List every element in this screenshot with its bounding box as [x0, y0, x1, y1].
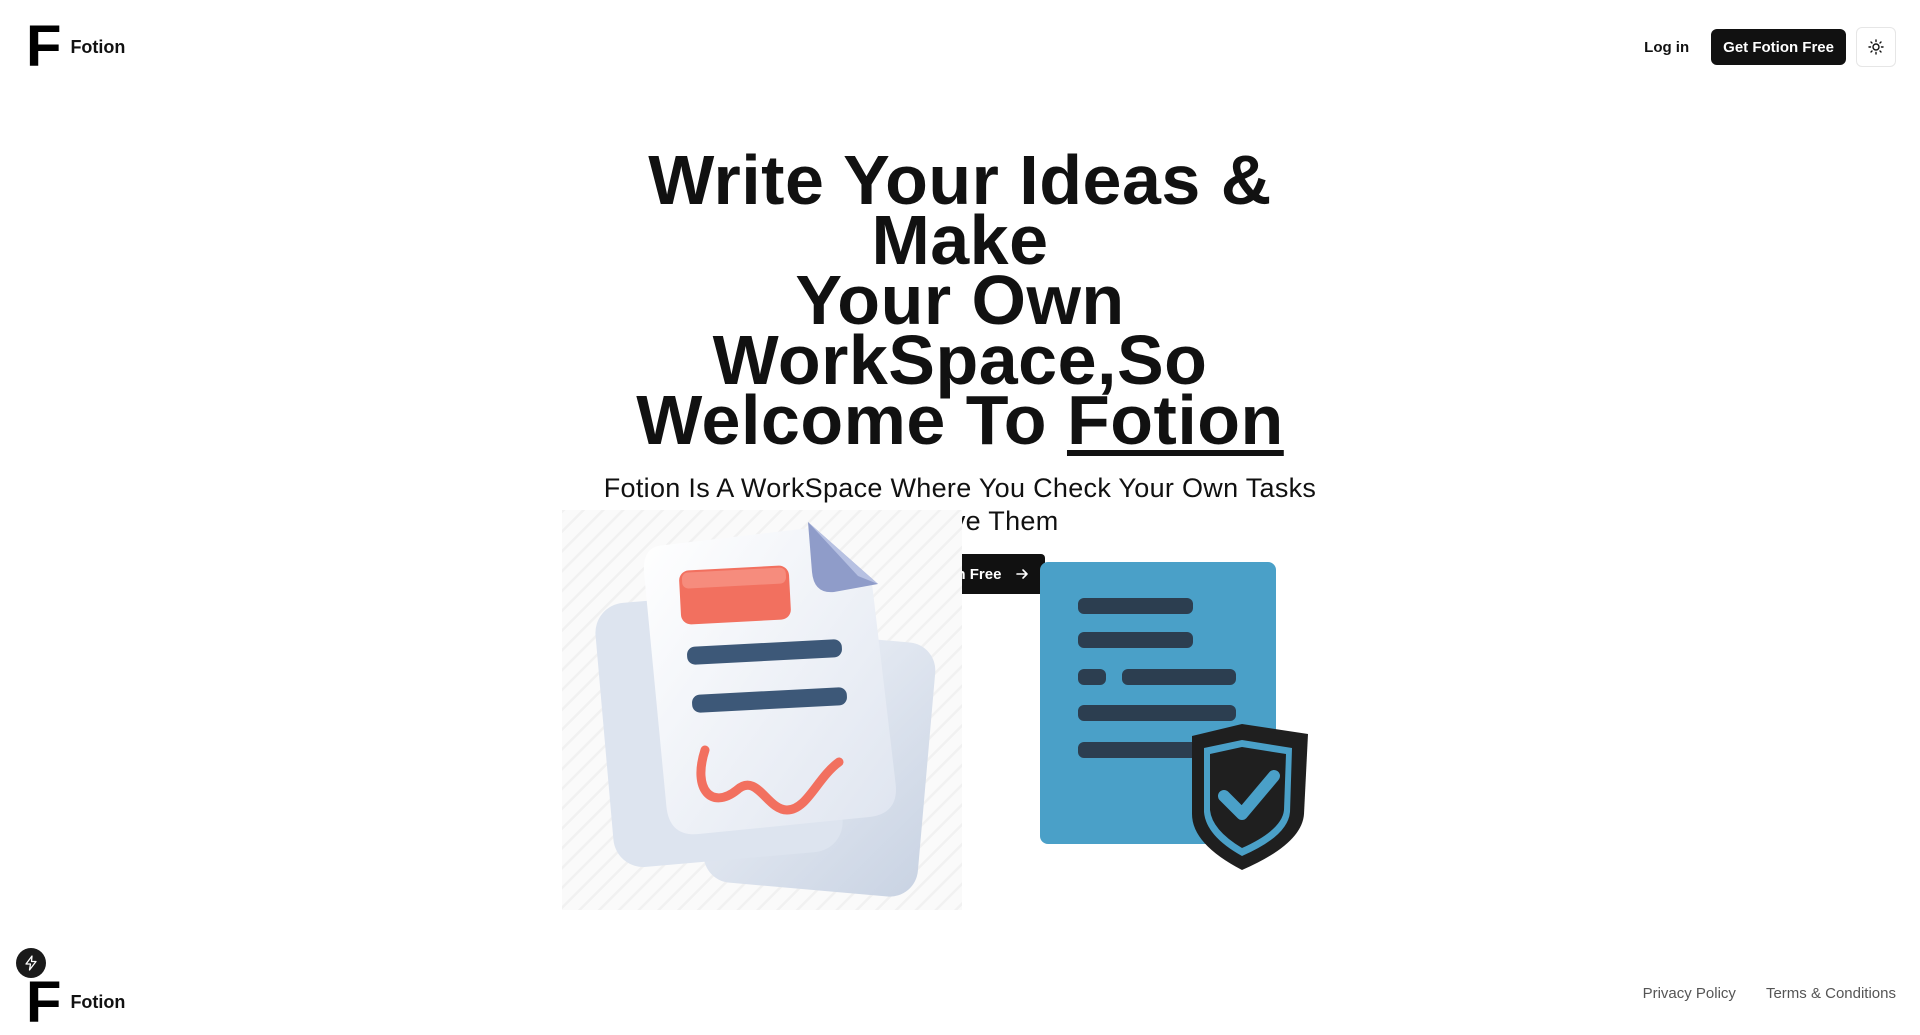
brand[interactable]: F Fotion — [26, 18, 125, 76]
login-button[interactable]: Log in — [1632, 30, 1701, 65]
footer-links: Privacy Policy Terms & Conditions — [1643, 975, 1896, 1002]
signed-document-illustration — [562, 510, 962, 910]
hero-title-line1: Write Your Ideas & Make — [648, 141, 1272, 279]
arrow-right-icon — [1016, 569, 1029, 579]
footer-logo-icon: F — [26, 970, 61, 1035]
theme-toggle-button[interactable] — [1856, 27, 1896, 67]
privacy-policy-link[interactable]: Privacy Policy — [1643, 985, 1736, 1002]
logo-icon: F — [26, 14, 61, 79]
header-actions: Log in Get Fotion Free — [1632, 27, 1896, 67]
hero-title-line2: Your Own WorkSpace,So — [712, 261, 1208, 399]
hero-title-line3: Welcome To — [636, 381, 1067, 459]
top-navbar: F Fotion Log in Get Fotion Free — [0, 0, 1920, 94]
sun-icon — [1868, 39, 1884, 55]
hero-title-accent: Fotion — [1066, 381, 1284, 459]
footer-brand-name: Fotion — [70, 992, 126, 1013]
terms-link[interactable]: Terms & Conditions — [1766, 985, 1896, 1002]
secure-document-illustration — [1030, 552, 1330, 872]
footer: F Fotion Privacy Policy Terms & Conditio… — [0, 973, 1920, 1031]
footer-brand[interactable]: F Fotion — [26, 970, 126, 1035]
lightning-icon — [25, 955, 37, 971]
get-fotion-free-header-button[interactable]: Get Fotion Free — [1711, 29, 1846, 65]
hero-title: Write Your Ideas & Make Your Own WorkSpa… — [560, 145, 1360, 455]
brand-name: Fotion — [70, 36, 126, 57]
